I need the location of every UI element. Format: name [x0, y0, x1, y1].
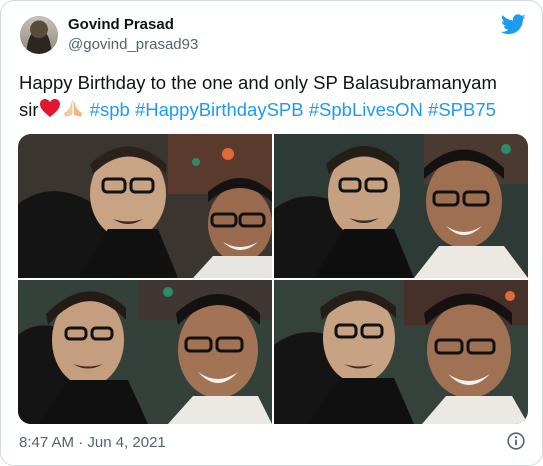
author-avatar[interactable] — [20, 16, 58, 54]
hashtag-spblivesonline[interactable]: #SpbLivesON — [309, 99, 423, 120]
red-heart-icon — [39, 99, 60, 117]
folded-hands-icon — [63, 100, 82, 117]
tweet-text: Happy Birthday to the one and only SP Ba… — [19, 69, 529, 123]
hashtag-happybirthdayspb[interactable]: #HappyBirthdaySPB — [135, 99, 304, 120]
media-photo-3[interactable] — [18, 280, 272, 424]
info-icon[interactable] — [507, 432, 525, 450]
author-handle[interactable]: @govind_prasad93 — [68, 36, 198, 53]
media-photo-2[interactable] — [274, 134, 528, 278]
tweet-text-sir: sir — [19, 99, 39, 120]
author-display-name[interactable]: Govind Prasad — [68, 16, 174, 33]
media-photo-4[interactable] — [274, 280, 528, 424]
tweet-timestamp[interactable]: 8:47 AM · Jun 4, 2021 — [19, 434, 166, 451]
tweet-text-line1: Happy Birthday to the one and only SP Ba… — [19, 72, 497, 93]
twitter-bird-icon[interactable] — [501, 14, 526, 35]
media-grid — [18, 134, 528, 424]
media-photo-1[interactable] — [18, 134, 272, 278]
hashtag-spb[interactable]: #spb — [90, 99, 130, 120]
hashtag-spb75[interactable]: #SPB75 — [428, 99, 496, 120]
tweet-card: Govind Prasad @govind_prasad93 Happy Bir… — [0, 0, 543, 466]
